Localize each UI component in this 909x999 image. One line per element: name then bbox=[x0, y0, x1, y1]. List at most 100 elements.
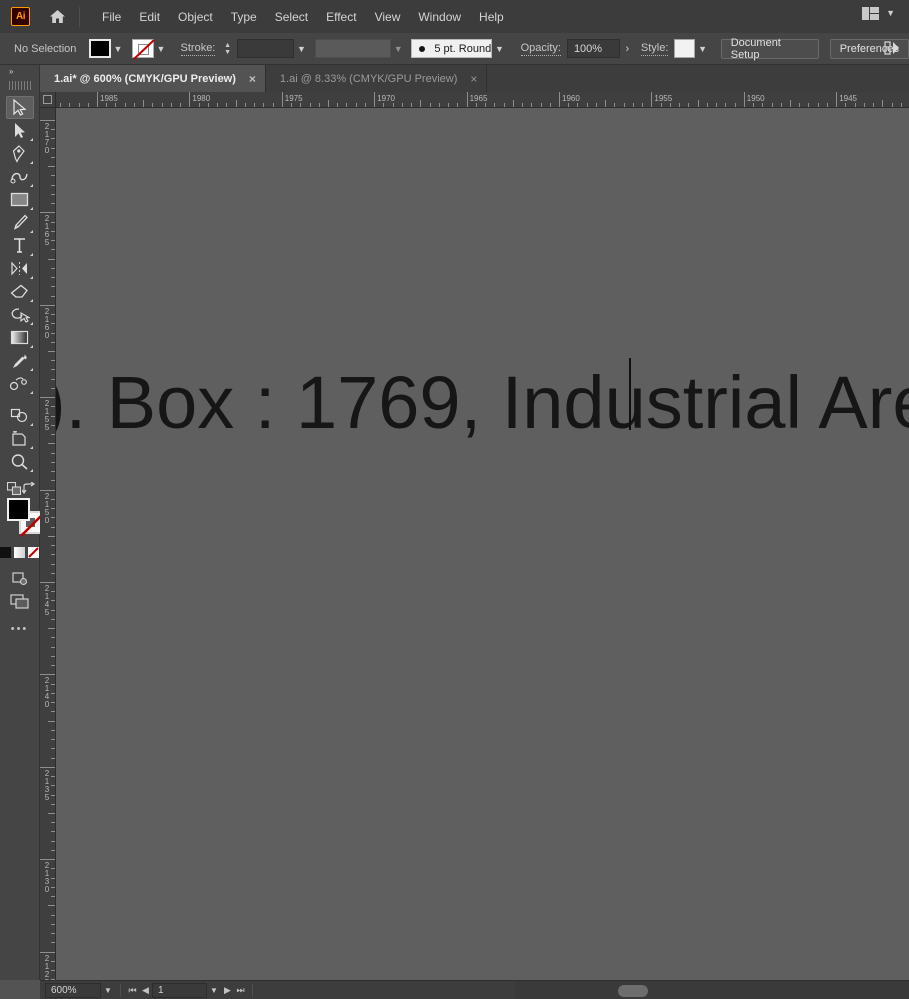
document-tab-active[interactable]: 1.ai* @ 600% (CMYK/GPU Preview) × bbox=[40, 65, 266, 92]
ruler-major-tick bbox=[466, 92, 468, 107]
artboard-canvas[interactable]: ). Box : 1769, Industrial Area, bbox=[56, 108, 909, 980]
artboard-tool[interactable] bbox=[6, 427, 34, 450]
selection-tool[interactable] bbox=[5, 96, 34, 119]
default-fill-stroke-icon[interactable] bbox=[7, 482, 22, 496]
status-bar: 600% ▼ ⏮ ◀ 1 ▼ ▶ ⏭ Selection ▶ ‹ bbox=[40, 980, 909, 999]
stroke-weight-input[interactable] bbox=[236, 39, 295, 58]
ruler-minor-tick bbox=[48, 535, 55, 537]
document-tab-inactive[interactable]: 1.ai @ 8.33% (CMYK/GPU Preview) × bbox=[265, 65, 488, 92]
ruler-major-tick bbox=[40, 120, 55, 121]
menu-select[interactable]: Select bbox=[266, 6, 317, 28]
ruler-major-tick bbox=[40, 859, 55, 861]
document-tab-bar: 1.ai* @ 600% (CMYK/GPU Preview) × 1.ai @… bbox=[40, 65, 909, 92]
swap-fill-stroke-icon[interactable] bbox=[22, 482, 36, 496]
fill-swatch[interactable] bbox=[88, 39, 111, 58]
screen-mode-button[interactable] bbox=[6, 590, 34, 613]
ruler-label: 1975 bbox=[284, 94, 303, 103]
ruler-major-tick bbox=[40, 304, 55, 306]
stroke-control[interactable]: ▼ bbox=[131, 39, 169, 60]
zoom-tool[interactable] bbox=[6, 450, 34, 473]
menu-object[interactable]: Object bbox=[169, 6, 222, 28]
selection-status-label: No Selection bbox=[14, 42, 77, 55]
text-cursor bbox=[629, 358, 631, 430]
next-artboard-button[interactable]: ▶ bbox=[221, 985, 234, 996]
home-icon[interactable] bbox=[47, 7, 67, 27]
arrange-artboards-icon[interactable] bbox=[884, 40, 901, 57]
toolbar-expand-icon[interactable]: » bbox=[0, 65, 39, 78]
rectangle-tool[interactable] bbox=[6, 188, 34, 211]
horizontal-scrollbar[interactable] bbox=[515, 981, 909, 999]
close-icon[interactable]: × bbox=[470, 73, 477, 85]
horizontal-ruler[interactable]: 1985 1980 1975 1970 1965 1960 1955 1950 1945 bbox=[56, 92, 909, 108]
stroke-weight-chevron-icon[interactable]: ▼ bbox=[294, 39, 308, 58]
menu-view[interactable]: View bbox=[366, 6, 410, 28]
opacity-input[interactable]: 100% bbox=[566, 39, 620, 58]
brush-definition-input[interactable]: 5 pt. Round bbox=[411, 39, 493, 58]
style-chevron-icon[interactable]: ▼ bbox=[695, 39, 709, 58]
menu-window[interactable]: Window bbox=[409, 6, 470, 28]
scrollbar-thumb[interactable] bbox=[618, 985, 648, 997]
pen-tool[interactable] bbox=[6, 142, 34, 165]
stroke-label[interactable]: Stroke: bbox=[180, 42, 216, 56]
ruler-minor-tick bbox=[790, 100, 791, 107]
none-button[interactable] bbox=[28, 547, 39, 558]
edit-toolbar-button[interactable]: ••• bbox=[0, 623, 39, 635]
drawing-mode-button[interactable] bbox=[6, 567, 34, 590]
color-button[interactable] bbox=[0, 547, 11, 558]
artboard-chevron-icon[interactable]: ▼ bbox=[207, 986, 221, 995]
document-setup-button[interactable]: Document Setup bbox=[720, 37, 819, 61]
toolbar-drag-handle[interactable] bbox=[7, 78, 32, 92]
vertical-ruler[interactable]: 2170216521602155215021452140213521302125 bbox=[40, 108, 56, 980]
paintbrush-tool[interactable] bbox=[6, 211, 34, 234]
menu-bar: Ai File Edit Object Type Select Effect V… bbox=[0, 0, 909, 33]
menu-divider bbox=[79, 6, 80, 27]
ruler-label: 1960 bbox=[562, 94, 580, 103]
direct-selection-tool[interactable] bbox=[6, 119, 34, 142]
menu-file[interactable]: File bbox=[93, 6, 130, 28]
type-tool[interactable] bbox=[6, 234, 34, 257]
ruler-major-tick bbox=[189, 92, 191, 107]
fill-dropdown-chevron-icon[interactable]: ▼ bbox=[111, 39, 126, 58]
blend-tool[interactable] bbox=[6, 372, 34, 395]
zoom-chevron-icon[interactable]: ▼ bbox=[101, 986, 115, 995]
last-artboard-button[interactable]: ⏭ bbox=[234, 985, 247, 996]
first-artboard-button[interactable]: ⏮ bbox=[126, 985, 139, 996]
brush-definition-chevron-icon[interactable]: ▼ bbox=[492, 39, 506, 58]
shape-builder-tool[interactable] bbox=[6, 404, 34, 427]
opacity-label[interactable]: Opacity: bbox=[520, 42, 561, 56]
ruler-minor-tick bbox=[48, 443, 55, 445]
menu-edit[interactable]: Edit bbox=[130, 6, 169, 28]
ruler-major-tick bbox=[97, 92, 98, 107]
toolbar-fill-swatch[interactable] bbox=[7, 498, 30, 521]
ruler-minor-tick bbox=[605, 100, 607, 107]
ruler-origin-icon bbox=[43, 95, 52, 104]
ruler-major-tick bbox=[40, 397, 55, 399]
eraser-tool[interactable] bbox=[6, 280, 34, 303]
rotate-tool[interactable] bbox=[6, 257, 34, 280]
graphic-style-swatch[interactable] bbox=[674, 39, 696, 58]
opacity-expand-icon[interactable]: › bbox=[620, 43, 635, 55]
zoom-level-input[interactable]: 600% bbox=[45, 982, 101, 998]
menu-type[interactable]: Type bbox=[222, 6, 266, 28]
ruler-minor-tick bbox=[48, 720, 55, 722]
prev-artboard-button[interactable]: ◀ bbox=[139, 985, 152, 996]
fill-control[interactable]: ▼ bbox=[88, 39, 126, 58]
width-profile-input[interactable] bbox=[314, 39, 392, 58]
eyedropper-tool[interactable] bbox=[6, 349, 34, 372]
ruler-origin-corner[interactable] bbox=[40, 92, 56, 108]
menu-effect[interactable]: Effect bbox=[317, 6, 365, 28]
stroke-swatch[interactable] bbox=[131, 39, 155, 60]
style-label[interactable]: Style: bbox=[640, 42, 669, 56]
artboard-number-input[interactable]: 1 bbox=[152, 982, 207, 998]
stroke-weight-stepper[interactable]: ▲ ▼ bbox=[222, 39, 232, 58]
width-profile-chevron-icon[interactable]: ▼ bbox=[391, 39, 405, 58]
gradient-tool[interactable] bbox=[6, 326, 34, 349]
arrange-documents-control[interactable]: ▼ bbox=[862, 7, 895, 20]
curvature-tool[interactable] bbox=[6, 165, 34, 188]
ruler-label: 1970 bbox=[377, 94, 395, 103]
shaper-tool[interactable] bbox=[6, 303, 34, 326]
artwork-text[interactable]: ). Box : 1769, Industrial Area, bbox=[56, 360, 909, 445]
gradient-button[interactable] bbox=[14, 547, 25, 558]
close-icon[interactable]: × bbox=[249, 73, 256, 85]
menu-help[interactable]: Help bbox=[470, 6, 513, 28]
